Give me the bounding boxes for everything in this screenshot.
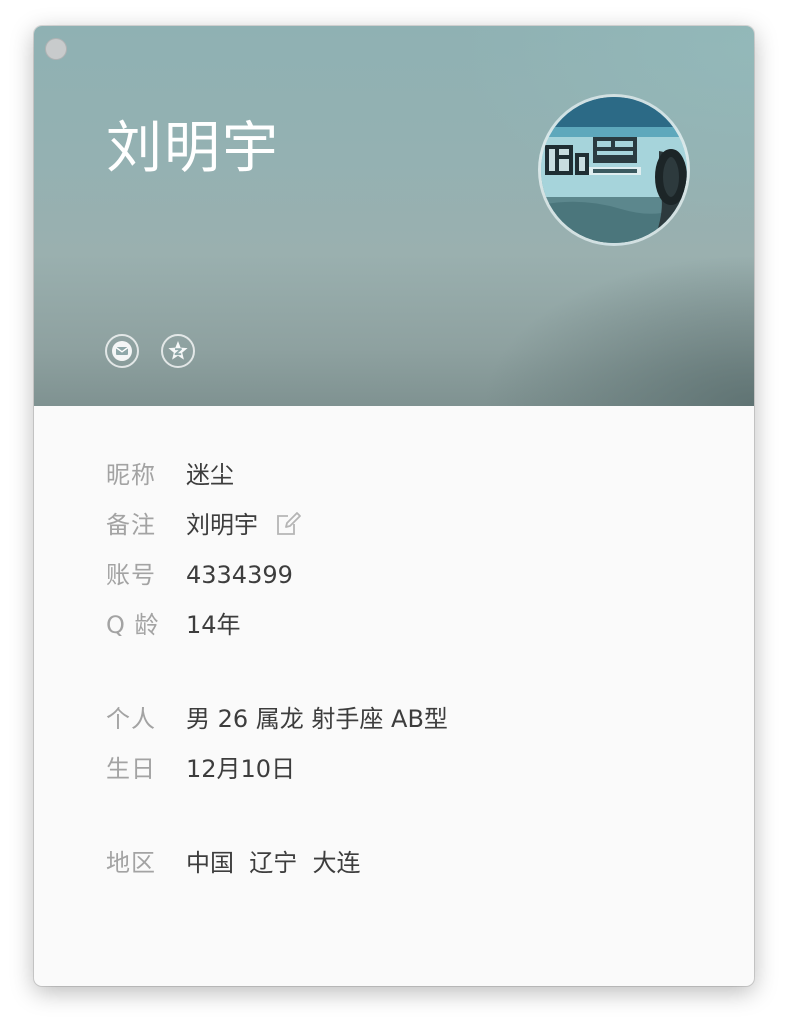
- account-label: 账号: [106, 561, 156, 589]
- mail-icon: [112, 341, 132, 361]
- remark-label: 备注: [106, 511, 156, 539]
- profile-header: 刘明宇: [34, 26, 754, 406]
- region-value: 中国 辽宁 大连: [186, 849, 361, 877]
- profile-card-window: 刘明宇 昵称 迷尘 备注 刘明宇 账号 4334399 Q 龄 14年 个人 男…: [34, 26, 754, 986]
- region-label: 地区: [106, 849, 156, 877]
- profile-name-title: 刘明宇: [106, 116, 280, 181]
- remark-value: 刘明宇: [186, 511, 258, 539]
- close-window-button[interactable]: [45, 38, 67, 60]
- account-value: 4334399: [186, 561, 293, 589]
- q-age-label: Q 龄: [106, 611, 160, 639]
- edit-icon[interactable]: [274, 510, 302, 538]
- personal-label: 个人: [106, 705, 156, 733]
- avatar-image: [541, 97, 687, 243]
- nickname-value: 迷尘: [186, 461, 234, 489]
- nickname-label: 昵称: [106, 461, 156, 489]
- q-age-value: 14年: [186, 611, 241, 639]
- mail-button[interactable]: [105, 334, 139, 368]
- qzone-button[interactable]: [161, 334, 195, 368]
- birthday-value: 12月10日: [186, 755, 296, 783]
- birthday-label: 生日: [106, 755, 156, 783]
- qzone-star-icon: [168, 341, 188, 360]
- avatar[interactable]: [538, 94, 690, 246]
- personal-value: 男 26 属龙 射手座 AB型: [186, 705, 448, 733]
